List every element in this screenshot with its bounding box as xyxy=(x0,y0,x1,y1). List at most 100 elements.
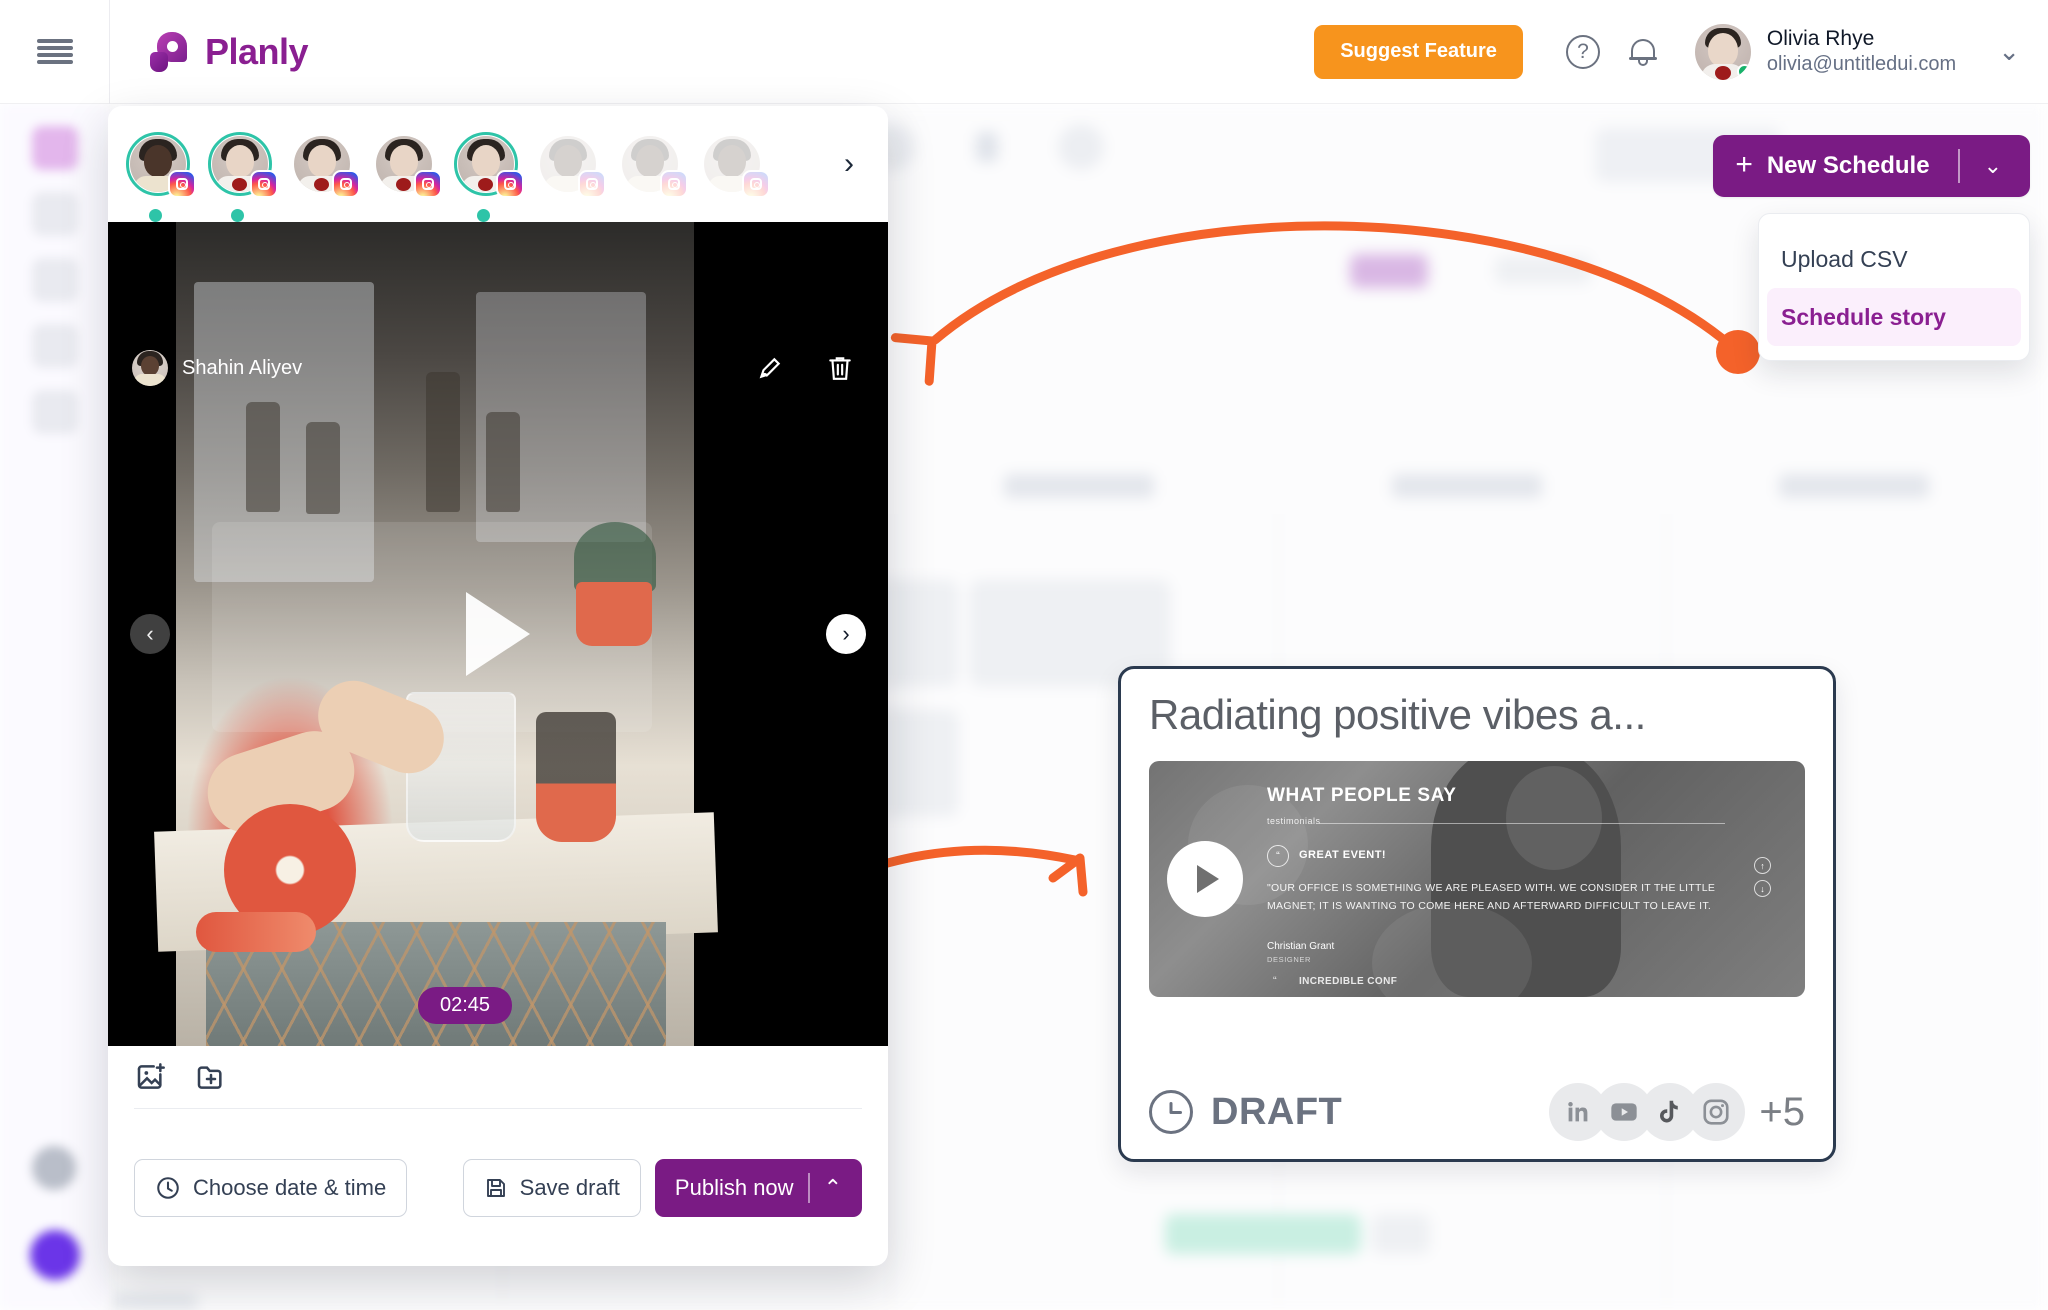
preview-subheading: testimonials xyxy=(1267,816,1321,826)
account-selector: › xyxy=(108,106,888,222)
trash-icon xyxy=(829,357,851,380)
preview-scroll-controls: ↑ ↓ xyxy=(1754,857,1771,897)
hamburger-icon xyxy=(36,38,73,65)
instagram-icon xyxy=(496,170,524,198)
publish-now-button[interactable]: Publish now ⌃ xyxy=(654,1158,862,1217)
draft-play-button[interactable] xyxy=(1167,841,1243,917)
preview-quote-label-2: INCREDIBLE CONF xyxy=(1299,976,1398,987)
sidebar-item-5[interactable] xyxy=(31,390,78,434)
folder-add-icon[interactable] xyxy=(194,1061,228,1093)
dropdown-item-schedule-story[interactable]: Schedule story xyxy=(1767,288,2021,346)
author-avatar xyxy=(132,350,168,386)
new-schedule-dropdown: Upload CSV Schedule story xyxy=(1758,213,2030,361)
account-avatar-4[interactable] xyxy=(372,132,442,198)
sidebar-nav[interactable] xyxy=(0,104,110,1310)
account-avatar-8[interactable] xyxy=(700,132,770,198)
preview-author-1: Christian Grant xyxy=(1267,941,1335,952)
selected-dot xyxy=(149,209,162,222)
quote-icon: “ xyxy=(1267,845,1289,867)
media-next-button[interactable]: › xyxy=(826,614,866,654)
instagram-icon xyxy=(1687,1083,1746,1141)
selected-dot xyxy=(477,209,490,222)
media-toolbar xyxy=(744,342,866,394)
draft-media-preview: WHAT PEOPLE SAY testimonials “ GREAT EVE… xyxy=(1149,761,1805,997)
sidebar-item-2[interactable] xyxy=(31,192,78,236)
play-icon[interactable] xyxy=(466,592,530,676)
instagram-icon xyxy=(660,170,688,198)
quote-icon-2: “ xyxy=(1273,975,1277,987)
plus-icon: + xyxy=(1735,147,1753,181)
instagram-icon xyxy=(414,170,442,198)
author-name: Shahin Aliyev xyxy=(182,356,303,379)
new-schedule-label: New Schedule xyxy=(1766,152,1930,179)
suggest-feature-button[interactable]: Suggest Feature xyxy=(1314,24,1523,79)
account-avatar-3[interactable] xyxy=(290,132,360,198)
draft-post-card[interactable]: Radiating positive vibes a... WHAT PEOPL… xyxy=(1118,666,1836,1162)
chevron-down-icon[interactable]: ⌄ xyxy=(1998,36,2020,67)
preview-quote-label-1: GREAT EVENT! xyxy=(1299,849,1387,861)
choose-date-time-label: Choose date & time xyxy=(193,1174,387,1200)
instagram-icon xyxy=(742,170,770,198)
brand-name: Planly xyxy=(205,30,309,72)
help-icon: ? xyxy=(1565,34,1600,69)
image-edit-icon[interactable] xyxy=(134,1061,168,1093)
composer-tools xyxy=(108,1046,888,1108)
delete-media-button[interactable] xyxy=(814,342,866,394)
help-button[interactable]: ? xyxy=(1553,22,1613,82)
online-status-dot xyxy=(1736,63,1751,79)
draft-footer: DRAFT +5 xyxy=(1149,1083,1805,1141)
selected-dot xyxy=(231,209,244,222)
media-preview: Shahin Aliyev ‹ › 02:45 xyxy=(108,222,888,1046)
sidebar-item-4[interactable] xyxy=(31,324,78,368)
accounts-next-button[interactable]: › xyxy=(824,139,874,189)
instagram-icon xyxy=(578,170,606,198)
status-badge: DRAFT xyxy=(1149,1090,1342,1134)
media-prev-button[interactable]: ‹ xyxy=(130,614,170,654)
composer-modal: › Shahin Aliyev ‹ › 02:45 Choose date & … xyxy=(108,106,888,1266)
preview-quote-1: "OUR OFFICE IS SOMETHING WE ARE PLEASED … xyxy=(1267,882,1716,913)
bell-icon xyxy=(1628,36,1657,68)
dropdown-item-upload-csv[interactable]: Upload CSV xyxy=(1759,230,2029,288)
user-menu[interactable]: Olivia Rhye olivia@untitledui.com ⌄ xyxy=(1694,23,2020,80)
save-icon xyxy=(486,1178,505,1197)
top-header: Planly Suggest Feature ? Olivia Rhye oli… xyxy=(0,0,2048,104)
chevron-up-icon[interactable]: ⌃ xyxy=(824,1175,842,1201)
avatar xyxy=(1694,23,1751,80)
account-avatar-1[interactable] xyxy=(126,132,196,222)
account-avatar-5[interactable] xyxy=(454,132,524,222)
notifications-button[interactable] xyxy=(1613,22,1673,82)
menu-toggle-button[interactable] xyxy=(0,0,110,104)
arrow-down-icon: ↓ xyxy=(1754,880,1771,897)
clock-icon xyxy=(1149,1090,1193,1134)
media-duration: 02:45 xyxy=(418,987,513,1024)
instagram-icon xyxy=(168,170,196,198)
edit-media-button[interactable] xyxy=(744,342,796,394)
chevron-down-icon[interactable]: ⌄ xyxy=(1978,153,2008,179)
social-more-count: +5 xyxy=(1759,1089,1805,1134)
preview-heading: WHAT PEOPLE SAY xyxy=(1267,785,1457,806)
choose-date-time-button[interactable]: Choose date & time xyxy=(134,1158,408,1217)
divider xyxy=(1957,149,1960,183)
sidebar-item-3[interactable] xyxy=(31,258,78,302)
play-icon xyxy=(1197,865,1219,893)
new-schedule-area: + New Schedule ⌄ Upload CSV Schedule sto… xyxy=(1713,135,2030,361)
draft-status-label: DRAFT xyxy=(1211,1090,1343,1133)
sidebar-avatar[interactable] xyxy=(30,1230,80,1280)
preview-role-1: DESIGNER xyxy=(1267,955,1311,964)
publish-now-label: Publish now xyxy=(674,1174,794,1200)
save-draft-button[interactable]: Save draft xyxy=(462,1158,641,1217)
sidebar-help-button[interactable] xyxy=(32,1146,76,1190)
new-schedule-button[interactable]: + New Schedule ⌄ xyxy=(1713,135,2030,197)
account-avatar-6[interactable] xyxy=(536,132,606,198)
media-author: Shahin Aliyev xyxy=(132,350,302,386)
brand-logo[interactable]: Planly xyxy=(147,30,309,74)
calendar-toolbar xyxy=(870,124,1104,170)
instagram-icon xyxy=(250,170,278,198)
account-avatar-7[interactable] xyxy=(618,132,688,198)
save-draft-label: Save draft xyxy=(519,1174,620,1200)
sidebar-item-1[interactable] xyxy=(31,126,78,170)
user-email: olivia@untitledui.com xyxy=(1766,53,1957,76)
pencil-icon xyxy=(759,357,781,379)
account-avatar-2[interactable] xyxy=(208,132,278,222)
arrow-up-icon: ↑ xyxy=(1754,857,1771,874)
